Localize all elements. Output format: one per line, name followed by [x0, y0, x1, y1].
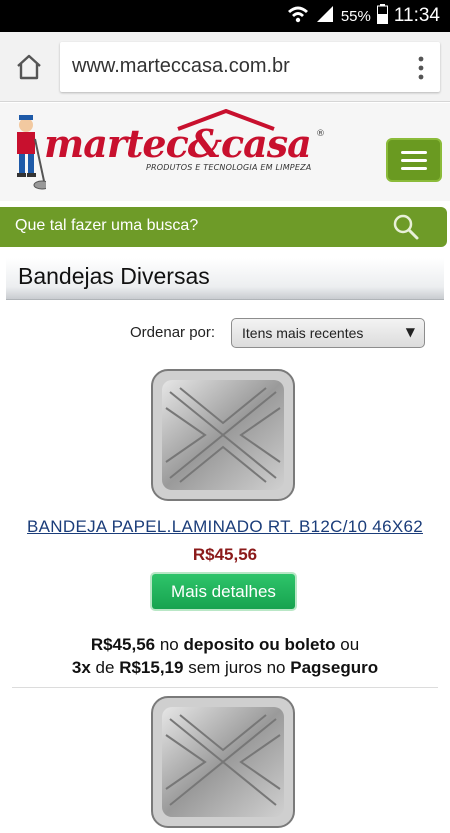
payment-line-1: R$45,56 no deposito ou boleto ou	[90, 635, 360, 654]
hamburger-icon[interactable]	[386, 138, 442, 182]
browser-toolbar: www.marteccasa.com.br	[0, 32, 450, 102]
battery-icon	[376, 3, 388, 29]
status-bar-right: 55% 11:34	[287, 0, 440, 32]
signal-icon	[315, 5, 335, 28]
product-price: R$45,56	[192, 545, 258, 564]
wifi-icon	[287, 5, 309, 28]
sort-label: Ordenar por:	[130, 324, 216, 341]
logo-mascot-icon	[17, 115, 46, 190]
payment-info: R$45,56 no deposito ou boleto ou 3x de R…	[0, 633, 450, 679]
search-placeholder: Que tal fazer uma busca?	[15, 217, 199, 234]
logo-tagline: PRODUTOS E TECNOLOGIA EM LIMPEZA	[146, 163, 312, 172]
search-icon[interactable]	[392, 213, 420, 241]
product-divider	[12, 687, 438, 688]
home-icon[interactable]	[12, 50, 46, 84]
page-title: Bandejas Diversas	[18, 263, 210, 289]
clock: 11:34	[393, 5, 440, 26]
product-title-link[interactable]: BANDEJA PAPEL.LAMINADO RT. B12C/10 46X62	[0, 517, 450, 537]
details-button[interactable]: Mais detalhes	[152, 574, 295, 609]
url-text: www.marteccasa.com.br	[72, 55, 290, 77]
sort-select[interactable]: Itens mais recentes ▼	[231, 318, 425, 348]
payment-line-2: 3x de R$15,19 sem juros no Pagseguro	[71, 658, 379, 677]
overflow-menu-icon[interactable]	[416, 54, 426, 82]
product-image[interactable]	[150, 695, 296, 829]
status-bar: 55% 11:34	[0, 0, 450, 32]
product-image[interactable]	[150, 368, 296, 502]
logo-registered-mark: ®	[316, 129, 325, 139]
address-bar[interactable]: www.marteccasa.com.br	[60, 42, 440, 92]
battery-percent: 55%	[340, 7, 371, 25]
sort-selected-value: Itens mais recentes	[242, 325, 364, 341]
category-header: Bandejas Diversas	[6, 258, 444, 300]
logo-wordmark: martec&casa	[44, 121, 312, 166]
site-header: martec&casa ® PRODUTOS E TECNOLOGIA EM L…	[0, 103, 450, 201]
site-logo[interactable]: martec&casa ® PRODUTOS E TECNOLOGIA EM L…	[6, 109, 326, 195]
dropdown-arrow-icon: ▼	[405, 325, 415, 339]
search-bar[interactable]: Que tal fazer uma busca?	[0, 207, 447, 247]
